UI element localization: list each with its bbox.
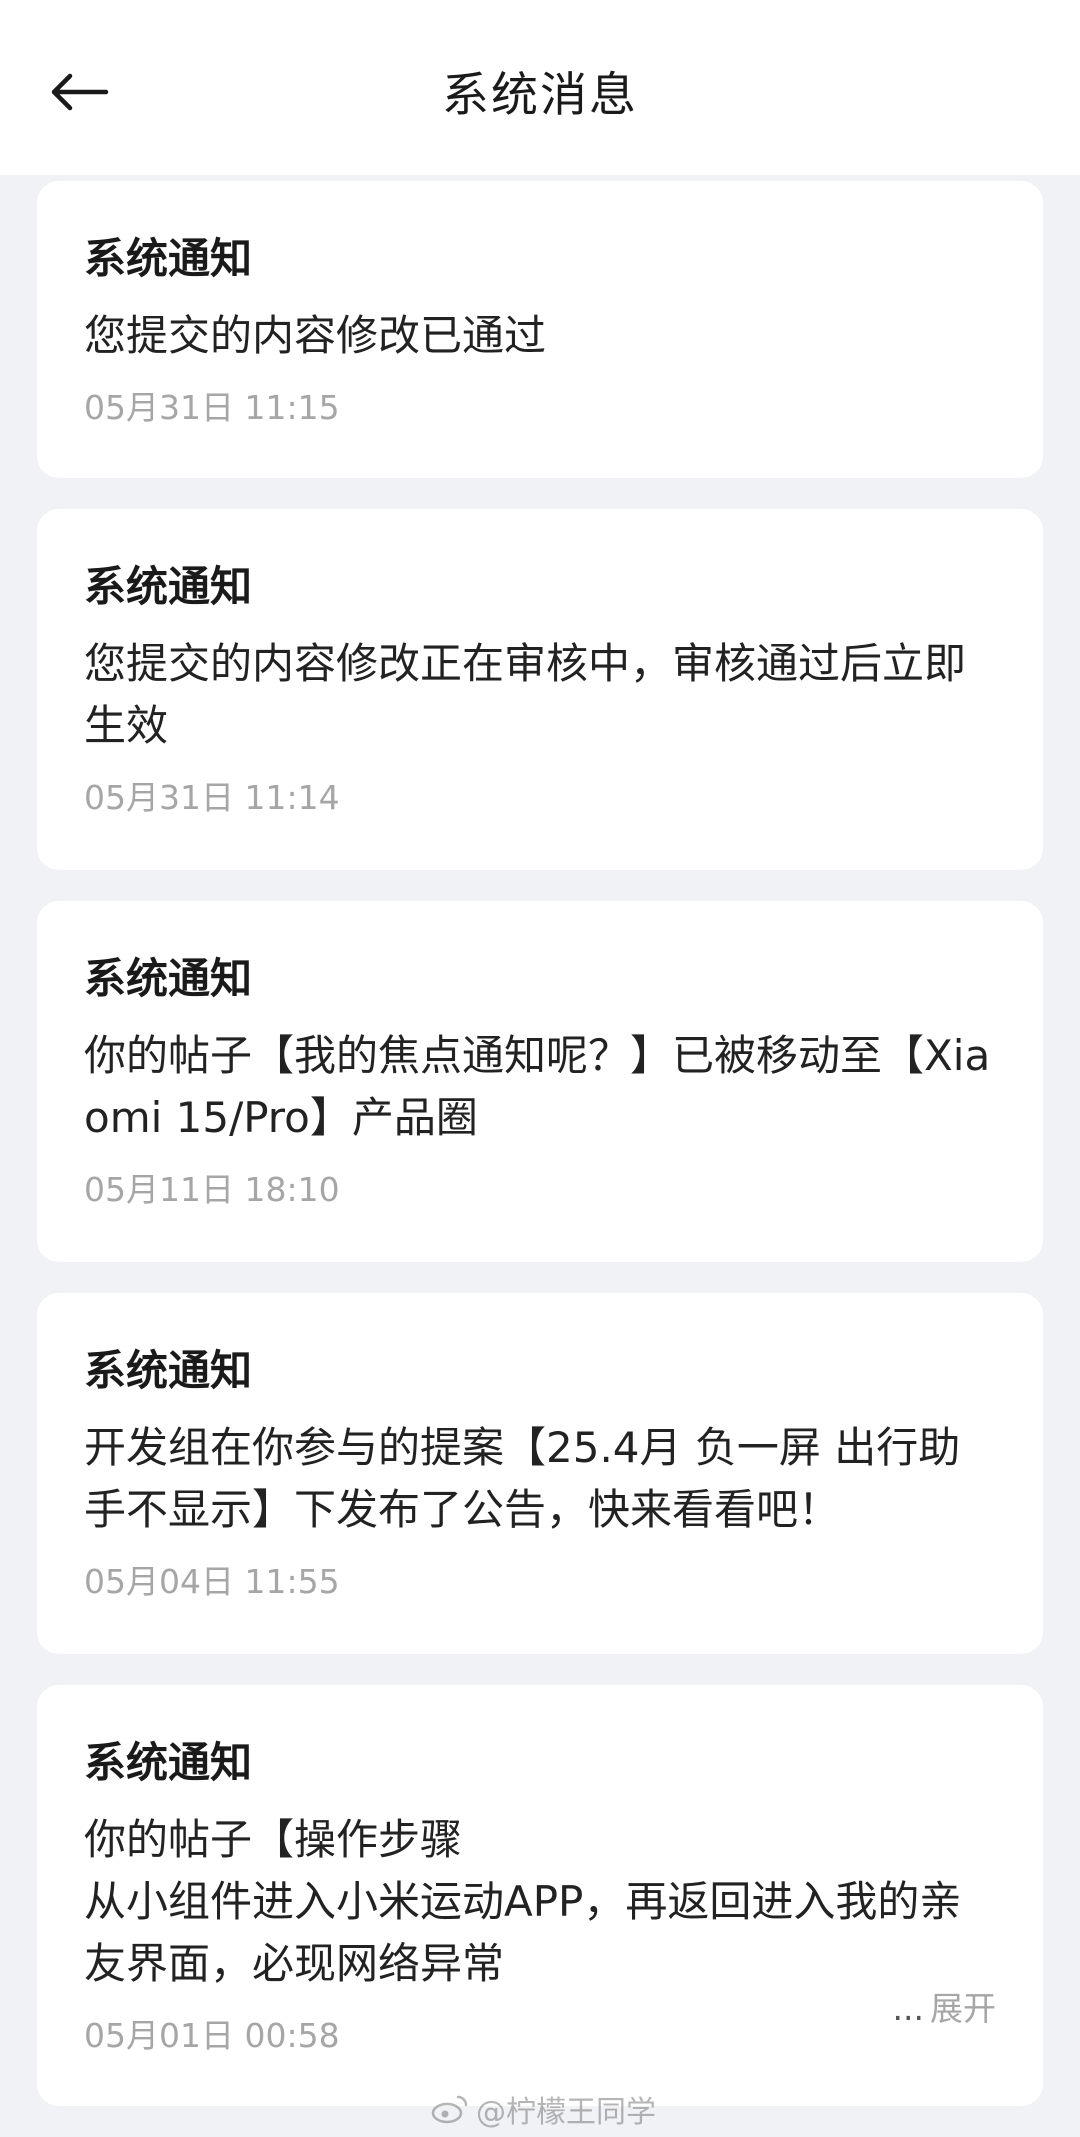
message-title: 系统通知: [84, 234, 253, 283]
page-title: 系统消息: [442, 68, 638, 123]
message-body: 你的帖子【我的焦点通知呢？】已被移动至【Xiaomi 15/Pro】产品圈: [84, 1031, 991, 1142]
expand-label: 展开: [930, 1989, 996, 2028]
message-time: 05月31日 11:15: [84, 388, 340, 427]
message-card[interactable]: 系统通知 你的帖子【操作步骤 从小组件进入小米运动APP，再返回进入我的亲友界面…: [37, 1685, 1043, 2106]
message-time: 05月31日 11:14: [84, 778, 340, 817]
message-card[interactable]: 系统通知 你的帖子【我的焦点通知呢？】已被移动至【Xiaomi 15/Pro】产…: [37, 901, 1043, 1262]
message-title: 系统通知: [84, 1738, 253, 1787]
message-body: 您提交的内容修改已通过: [84, 311, 547, 360]
message-time: 05月04日 11:55: [84, 1562, 340, 1601]
watermark-text: @柠檬王同学: [476, 2095, 656, 2130]
expand-ellipsis: ...: [892, 1989, 924, 2028]
weibo-logo-icon: [431, 2095, 468, 2124]
message-time: 05月11日 18:10: [84, 1170, 340, 1209]
message-card[interactable]: 系统通知 开发组在你参与的提案【25.4月 负一屏 出行助手不显示】下发布了公告…: [37, 1293, 1043, 1654]
message-card[interactable]: 系统通知 您提交的内容修改已通过 05月31日 11:15: [37, 181, 1043, 478]
message-card[interactable]: 系统通知 您提交的内容修改正在审核中，审核通过后立即生效 05月31日 11:1…: [37, 509, 1043, 870]
expand-button[interactable]: ... 展开: [893, 1986, 996, 2032]
watermark: @柠檬王同学: [430, 2087, 656, 2131]
message-body: 您提交的内容修改正在审核中，审核通过后立即生效: [84, 639, 967, 750]
top-app-bar: 系统消息: [0, 0, 1080, 175]
message-body: 开发组在你参与的提案【25.4月 负一屏 出行助手不显示】下发布了公告，快来看看…: [84, 1423, 961, 1534]
message-list: 系统通知 您提交的内容修改已通过 05月31日 11:15 系统通知 您提交的内…: [37, 181, 1043, 2137]
message-title: 系统通知: [84, 1346, 253, 1395]
message-title: 系统通知: [84, 562, 253, 611]
message-title: 系统通知: [84, 954, 253, 1003]
message-time: 05月01日 00:58: [84, 2016, 340, 2055]
message-body: 你的帖子【操作步骤 从小组件进入小米运动APP，再返回进入我的亲友界面，必现网络…: [84, 1815, 962, 1988]
